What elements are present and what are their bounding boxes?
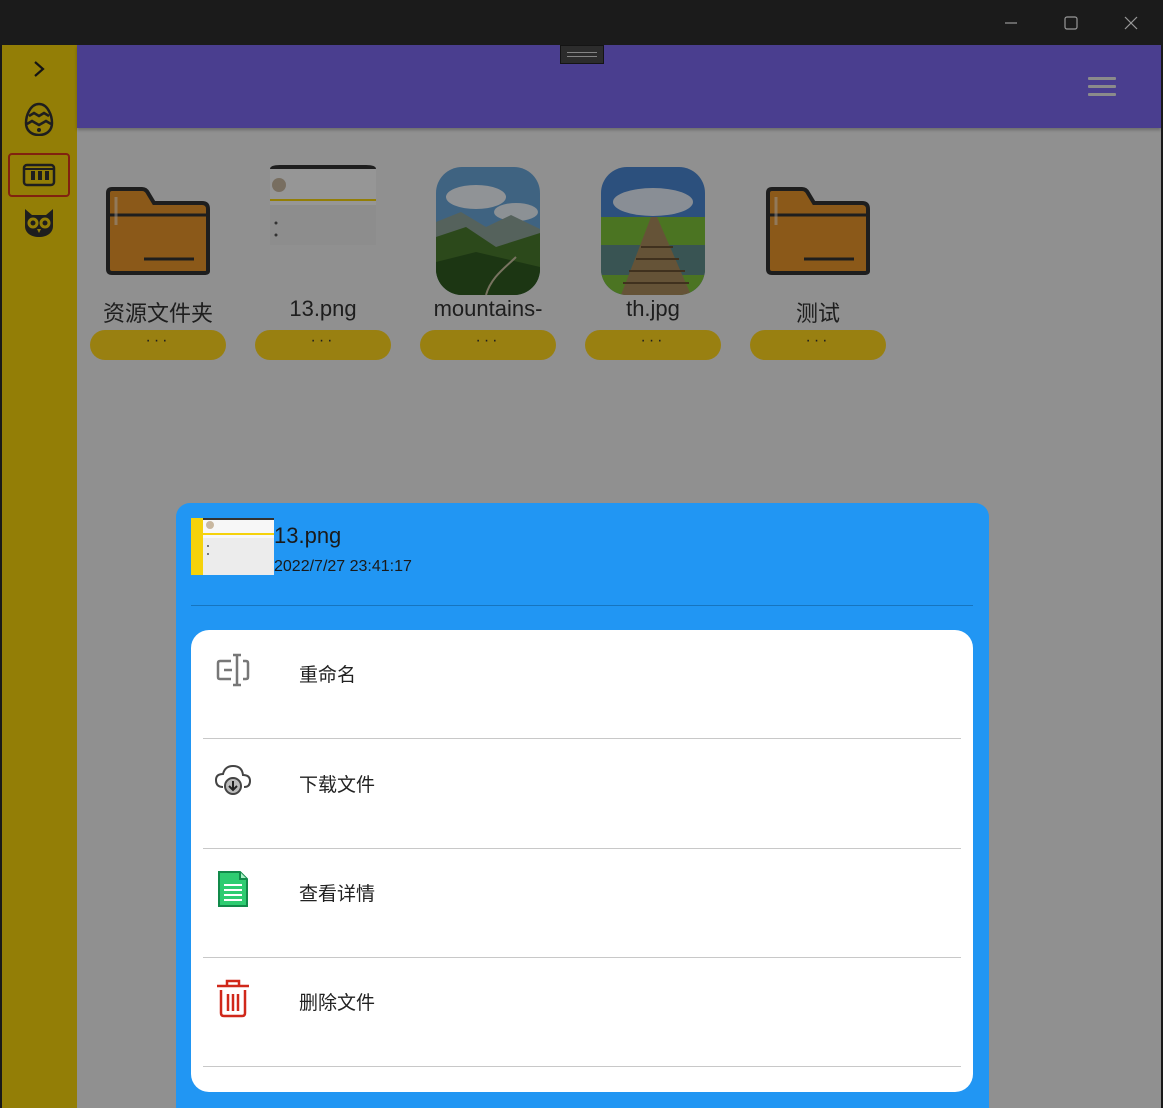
delete-action[interactable]: 删除文件 <box>203 958 961 1067</box>
action-label: 删除文件 <box>299 993 376 1014</box>
action-label: 查看详情 <box>299 884 376 905</box>
file-action-sheet: 13.png 2022/7/27 23:41:17 重命名 下载文件 查看详情 … <box>176 503 989 1108</box>
action-list: 重命名 下载文件 查看详情 删除文件 <box>191 630 973 1092</box>
details-action[interactable]: 查看详情 <box>203 849 961 958</box>
sheet-title: 13.png <box>274 523 342 548</box>
trash-icon <box>213 978 253 1018</box>
action-label: 下载文件 <box>299 775 376 796</box>
action-label: 重命名 <box>299 665 357 686</box>
rename-icon <box>213 650 253 690</box>
file-thumbnail <box>191 518 274 575</box>
document-details-icon <box>213 869 253 909</box>
divider <box>191 605 973 606</box>
download-action[interactable]: 下载文件 <box>203 740 961 849</box>
rename-action[interactable]: 重命名 <box>203 630 961 739</box>
sheet-date: 2022/7/27 23:41:17 <box>274 558 412 575</box>
cloud-download-icon <box>213 760 253 800</box>
